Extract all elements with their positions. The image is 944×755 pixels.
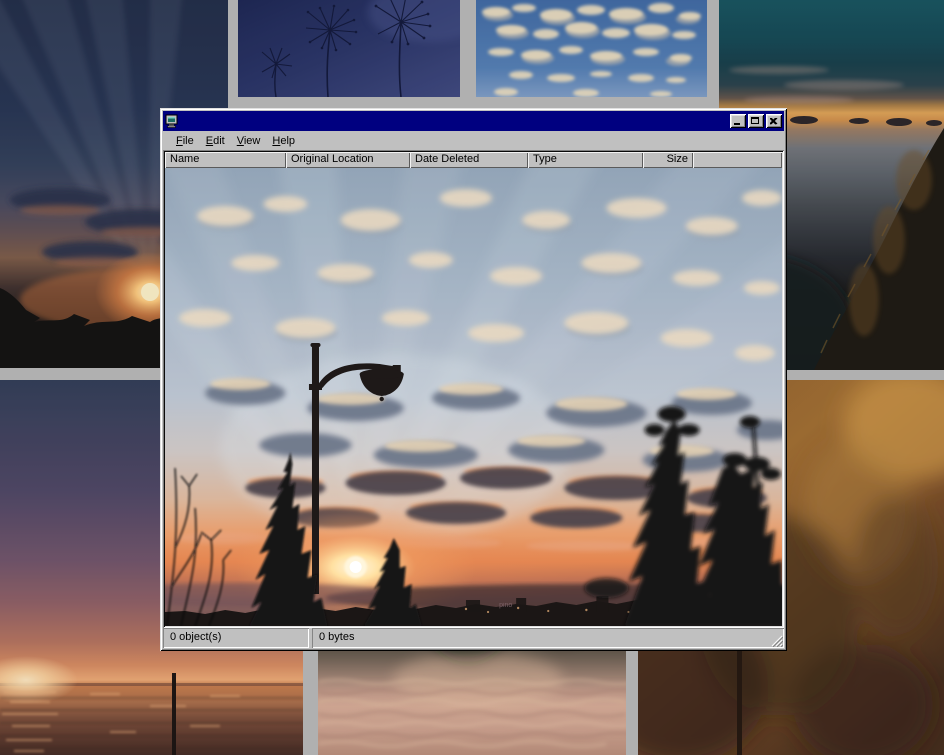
column-header-empty[interactable] xyxy=(693,152,782,168)
menu-help[interactable]: Help xyxy=(266,134,301,148)
maximize-button[interactable] xyxy=(748,114,764,128)
sunset-photo-art: pino xyxy=(165,168,782,626)
column-header-original-location[interactable]: Original Location xyxy=(286,152,410,168)
status-object-count: 0 object(s) xyxy=(163,628,309,648)
sunset-streetlamp-photo: pino xyxy=(165,168,782,626)
column-header-name[interactable]: Name xyxy=(165,152,286,168)
column-header-size[interactable]: Size xyxy=(643,152,693,168)
status-bar: 0 object(s) 0 bytes xyxy=(163,628,784,648)
column-header-row: Name Original Location Date Deleted Type… xyxy=(165,152,782,168)
desktop: { "page": { "background_color": "#b0b0b0… xyxy=(0,0,944,755)
menu-bar: File Edit View Help xyxy=(163,131,784,150)
altocumulus-photo xyxy=(476,0,707,97)
close-button[interactable] xyxy=(766,114,782,128)
column-header-date-deleted[interactable]: Date Deleted xyxy=(410,152,528,168)
maximize-icon xyxy=(751,117,759,124)
resize-grip[interactable] xyxy=(770,634,783,647)
column-header-type[interactable]: Type xyxy=(528,152,643,168)
minimize-icon xyxy=(734,123,740,125)
file-list-view[interactable]: Name Original Location Date Deleted Type… xyxy=(163,150,784,628)
recycle-bin-window: File Edit View Help Name Original Locati… xyxy=(160,108,787,651)
umbel-flowers-photo xyxy=(238,0,460,97)
close-icon xyxy=(766,114,782,128)
computer-icon xyxy=(165,114,179,128)
window-controls xyxy=(730,114,782,128)
wallpaper-tile-altocumulus xyxy=(476,0,707,97)
minimize-button[interactable] xyxy=(730,114,746,128)
menu-file[interactable]: File xyxy=(170,134,200,148)
wallpaper-tile-umbel-flowers xyxy=(238,0,460,97)
menu-view[interactable]: View xyxy=(231,134,267,148)
status-total-size: 0 bytes xyxy=(312,628,784,648)
titlebar[interactable] xyxy=(163,111,784,131)
menu-edit[interactable]: Edit xyxy=(200,134,231,148)
